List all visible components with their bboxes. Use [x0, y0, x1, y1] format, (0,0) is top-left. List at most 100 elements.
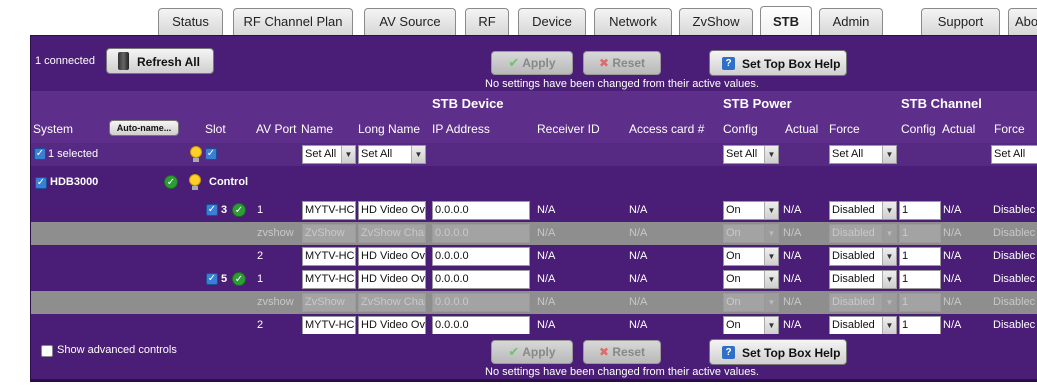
reset-label: Reset — [612, 345, 646, 359]
tab-about[interactable]: Abo — [1008, 8, 1037, 36]
long-name-input[interactable]: HD Video Ov — [358, 316, 426, 335]
zvshow-row: zvshow ZvShow ZvShow Chan 0.0.0.0 N/A N/A On ▼ N… — [31, 291, 1037, 314]
ip-address-input: 0.0.0.0 — [432, 224, 530, 243]
tab-zvshow[interactable]: ZvShow — [679, 8, 753, 36]
chevron-down-icon: ▼ — [341, 146, 355, 163]
tab-admin[interactable]: Admin — [819, 8, 883, 36]
power-force-select[interactable]: Disabled ▼ — [829, 316, 897, 335]
channel-config-input[interactable]: 1 — [899, 201, 941, 220]
channel-actual: N/A — [943, 273, 962, 285]
power-force-select-value: Disabled — [832, 227, 875, 239]
channel-force: Disablec — [993, 296, 1036, 308]
chevron-down-icon: ▼ — [764, 225, 778, 242]
ip-address-input[interactable]: 0.0.0.0 — [432, 201, 530, 220]
system-checkbox[interactable]: ✓ — [35, 177, 47, 189]
power-force-set-all-select[interactable]: Set All ▼ — [829, 145, 897, 164]
power-force-select[interactable]: Disabled ▼ — [829, 270, 897, 289]
receiver-id: N/A — [537, 250, 556, 262]
channel-actual: N/A — [943, 204, 962, 216]
tab-rf-channel-plan[interactable]: RF Channel Plan — [233, 8, 353, 36]
tab-status[interactable]: Status — [158, 8, 223, 36]
channel-config-input[interactable]: 1 — [899, 316, 941, 335]
x-icon: ✖ — [598, 345, 610, 359]
long-name-input[interactable]: HD Video Ov — [358, 201, 426, 220]
col-power-force[interactable]: Force — [829, 122, 860, 136]
col-slot[interactable]: Slot — [205, 122, 226, 136]
col-channel-config[interactable]: Config — [901, 122, 936, 136]
receiver-id: N/A — [537, 227, 556, 239]
chevron-down-icon: ▼ — [764, 317, 778, 334]
channel-force-set-all-select[interactable]: Set All — [991, 145, 1037, 164]
tab-device[interactable]: Device — [518, 8, 586, 36]
tab-network[interactable]: Network — [594, 8, 672, 36]
stb-help-button[interactable]: ? Set Top Box Help — [709, 50, 847, 76]
ip-address-input[interactable]: 0.0.0.0 — [432, 270, 530, 289]
power-config-set-all-select[interactable]: Set All ▼ — [723, 145, 779, 164]
channel-config-input[interactable]: 1 — [899, 270, 941, 289]
col-power-config[interactable]: Config — [723, 122, 758, 136]
reset-label: Reset — [612, 56, 646, 70]
power-force-select: Disabled ▼ — [829, 224, 897, 243]
col-av-port[interactable]: AV Port — [256, 122, 296, 136]
lightbulb-icon[interactable] — [190, 146, 203, 162]
tab-av-source[interactable]: AV Source — [364, 8, 456, 36]
col-receiver-id[interactable]: Receiver ID — [537, 122, 600, 136]
slot-3-checkbox[interactable]: ✓ — [206, 204, 218, 216]
channel-force: Disablec — [993, 250, 1036, 262]
refresh-all-button[interactable]: Refresh All — [106, 48, 214, 74]
section-stb-device: STB Device — [432, 96, 504, 111]
stb-help-button-bottom[interactable]: ? Set Top Box Help — [709, 339, 847, 365]
col-system[interactable]: System — [33, 122, 73, 136]
power-force-select[interactable]: Disabled ▼ — [829, 201, 897, 220]
chevron-down-icon: ▼ — [882, 248, 896, 265]
col-name[interactable]: Name — [301, 122, 333, 136]
apply-button[interactable]: ✔ Apply — [491, 51, 573, 75]
col-power-actual[interactable]: Actual — [785, 122, 818, 136]
channel-config-input: 1 — [899, 293, 941, 312]
tab-stb[interactable]: STB — [760, 6, 812, 36]
tab-rf[interactable]: RF — [465, 8, 509, 36]
power-config-select[interactable]: On ▼ — [723, 201, 779, 220]
show-advanced-label: Show advanced controls — [57, 344, 177, 356]
col-long-name[interactable]: Long Name — [358, 122, 420, 136]
name-input[interactable]: MYTV-HC — [302, 201, 356, 220]
col-access-card[interactable]: Access card # — [629, 122, 704, 136]
col-channel-force[interactable]: Force — [994, 122, 1025, 136]
av-port: 2 — [257, 250, 264, 262]
name-set-all-select[interactable]: Set All ▼ — [302, 145, 356, 164]
slot-5-checkbox[interactable]: ✓ — [206, 273, 218, 285]
col-ip-address[interactable]: IP Address — [432, 122, 490, 136]
refresh-all-label: Refresh All — [137, 55, 200, 69]
power-actual: N/A — [783, 204, 802, 216]
long-name-input[interactable]: HD Video Ov — [358, 247, 426, 266]
tab-support[interactable]: Support — [921, 8, 1000, 36]
power-config-select-value: On — [726, 296, 741, 308]
header-band — [31, 91, 1037, 143]
ip-address-input: 0.0.0.0 — [432, 293, 530, 312]
access-card: N/A — [629, 250, 648, 262]
name-input[interactable]: MYTV-HC — [302, 270, 356, 289]
system-lightbulb-icon[interactable] — [189, 174, 202, 190]
name-input[interactable]: MYTV-HC — [302, 247, 356, 266]
power-config-select[interactable]: On ▼ — [723, 316, 779, 335]
ip-address-input[interactable]: 0.0.0.0 — [432, 247, 530, 266]
auto-name-button[interactable]: Auto-name... — [109, 120, 179, 136]
ip-address-input[interactable]: 0.0.0.0 — [432, 316, 530, 335]
power-force-select-value: Disabled — [832, 296, 875, 308]
power-config-select[interactable]: On ▼ — [723, 270, 779, 289]
apply-button-bottom[interactable]: ✔ Apply — [491, 340, 573, 364]
long-name-input[interactable]: HD Video Ov — [358, 270, 426, 289]
name-input[interactable]: MYTV-HC — [302, 316, 356, 335]
slot-3: ✓ 3 ✓ — [204, 199, 254, 222]
show-advanced-checkbox[interactable] — [41, 345, 53, 357]
channel-config-input[interactable]: 1 — [899, 247, 941, 266]
power-force-select[interactable]: Disabled ▼ — [829, 247, 897, 266]
reset-button[interactable]: ✖ Reset — [583, 51, 661, 75]
longname-set-all-select[interactable]: Set All ▼ — [358, 145, 426, 164]
col-channel-actual[interactable]: Actual — [942, 122, 975, 136]
power-config-select[interactable]: On ▼ — [723, 247, 779, 266]
select-all-checkbox[interactable]: ✓ — [34, 148, 46, 160]
reset-button-bottom[interactable]: ✖ Reset — [583, 340, 661, 364]
x-icon: ✖ — [598, 56, 610, 70]
slot-select-all-checkbox[interactable]: ✓ — [205, 148, 217, 160]
